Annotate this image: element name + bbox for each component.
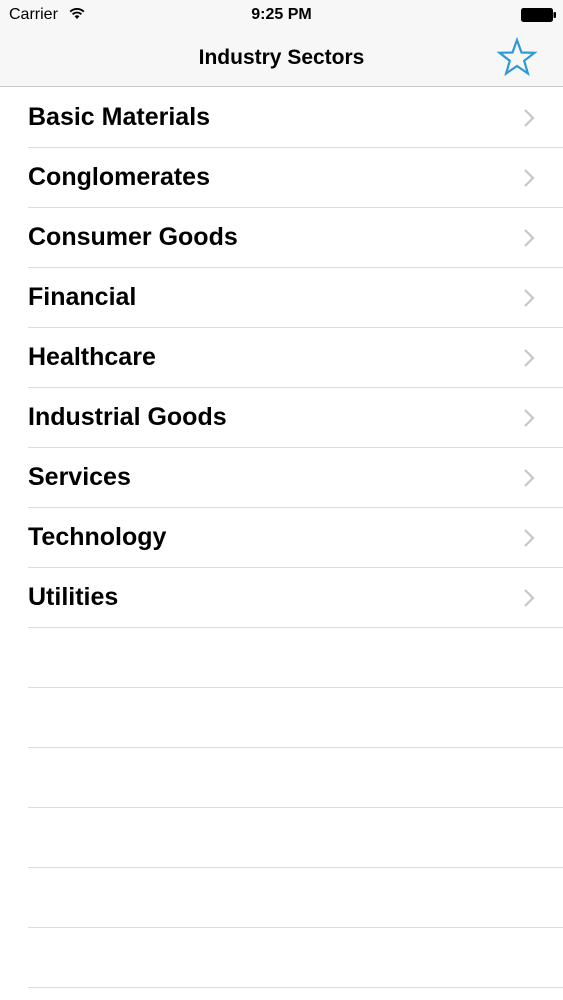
chevron-right-icon [522,528,536,548]
app-screen: Carrier 9:25 PM Industry Sectors Basic M… [0,0,563,1000]
list-item[interactable]: Technology [0,508,563,568]
empty-row [0,628,563,688]
sector-label: Utilities [28,583,119,611]
sector-label: Services [28,463,131,491]
list-item[interactable]: Industrial Goods [0,388,563,448]
sector-label: Basic Materials [28,103,211,131]
favorites-button[interactable] [495,36,539,80]
page-title: Industry Sectors [198,46,365,69]
sector-label: Industrial Goods [28,403,227,431]
chevron-right-icon [522,348,536,368]
list-item[interactable]: Utilities [0,568,563,628]
empty-row [0,688,563,748]
chevron-right-icon [522,168,536,188]
list-item[interactable]: Conglomerates [0,148,563,208]
list-item[interactable]: Basic Materials [0,88,563,148]
chevron-right-icon [522,288,536,308]
chevron-right-icon [522,228,536,248]
list-item[interactable]: Services [0,448,563,508]
navigation-bar: Carrier 9:25 PM Industry Sectors [0,0,563,87]
list-item[interactable]: Financial [0,268,563,328]
star-icon [495,36,539,80]
status-time: 9:25 PM [251,6,312,23]
empty-row [0,928,563,988]
empty-row [0,748,563,808]
chevron-right-icon [522,108,536,128]
list-item[interactable]: Consumer Goods [0,208,563,268]
sector-label: Healthcare [28,343,156,371]
empty-row [0,808,563,868]
chevron-right-icon [522,468,536,488]
status-bar: Carrier 9:25 PM [0,0,563,30]
sector-label: Consumer Goods [28,223,238,251]
sector-label: Technology [28,523,167,551]
battery-icon [521,8,557,22]
sector-label: Conglomerates [28,163,210,191]
sector-label: Financial [28,283,137,311]
list-item[interactable]: Healthcare [0,328,563,388]
chevron-right-icon [522,408,536,428]
empty-row [0,868,563,928]
chevron-right-icon [522,588,536,608]
sector-list: Basic Materials Conglomerates Consumer G… [0,88,563,988]
